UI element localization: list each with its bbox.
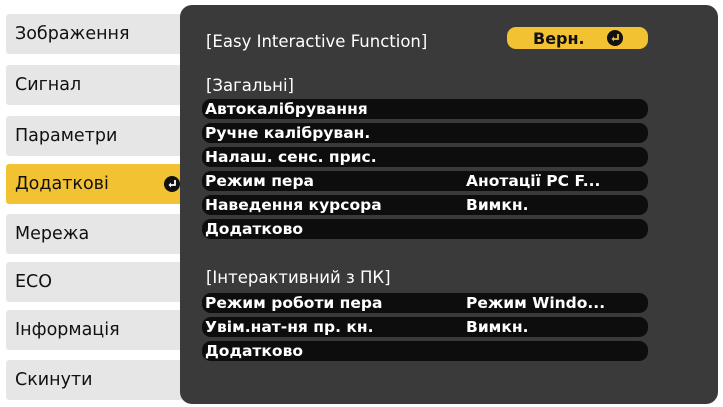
row-label: Додатково	[205, 220, 304, 238]
row-label: Режим роботи пера	[205, 294, 383, 312]
settings-panel: [Easy Interactive Function] Верн. [Загал…	[180, 5, 718, 404]
row-value: Режим Windo...	[466, 294, 606, 312]
panel-header-title: [Easy Interactive Function]	[206, 32, 428, 51]
back-button-label: Верн.	[533, 28, 585, 48]
menu-item-signal[interactable]: Сигнал	[6, 65, 190, 105]
setting-right-click[interactable]: Увім.нат-ня пр. кн. Вимкн.	[202, 317, 648, 337]
setting-auto-calibration[interactable]: Автокалібрування	[202, 99, 648, 119]
row-label: Налаш. сенс. прис.	[205, 148, 377, 166]
menu-item-label: Мережа	[15, 224, 90, 244]
menu-item-extended[interactable]: Додаткові	[6, 164, 190, 204]
menu-item-reset[interactable]: Скинути	[6, 360, 190, 400]
menu-item-label: Сигнал	[15, 75, 82, 95]
setting-pointer-hover[interactable]: Наведення курсора Вимкн.	[202, 195, 648, 215]
row-value: Вимкн.	[466, 318, 529, 336]
row-label: Наведення курсора	[205, 196, 382, 214]
back-button[interactable]: Верн.	[507, 27, 648, 49]
setting-manual-calibration[interactable]: Ручне калібруван.	[202, 123, 648, 143]
menu-item-label: Параметри	[15, 126, 118, 146]
section-title-general: [Загальні]	[206, 76, 294, 95]
menu-item-eco[interactable]: ECO	[6, 262, 190, 302]
menu-item-image[interactable]: Зображення	[6, 14, 190, 54]
row-label: Додатково	[205, 342, 304, 360]
setting-touch-unit-setup[interactable]: Налаш. сенс. прис.	[202, 147, 648, 167]
row-label: Ручне калібруван.	[205, 124, 371, 142]
row-label: Автокалібрування	[205, 100, 368, 118]
enter-icon	[164, 176, 180, 192]
menu-item-label: Зображення	[15, 24, 130, 44]
row-label: Режим пера	[205, 172, 314, 190]
setting-pen-mode[interactable]: Режим пера Анотації PC F...	[202, 171, 648, 191]
section-title-pc-interactive: [Інтерактивний з ПК]	[206, 268, 391, 287]
row-label: Увім.нат-ня пр. кн.	[205, 318, 374, 336]
setting-pen-operation-mode[interactable]: Режим роботи пера Режим Windo...	[202, 293, 648, 313]
menu-item-settings[interactable]: Параметри	[6, 116, 190, 156]
menu-item-label: ECO	[15, 272, 53, 292]
enter-icon	[607, 30, 623, 46]
setting-advanced-pc[interactable]: Додатково	[202, 341, 648, 361]
setting-advanced-general[interactable]: Додатково	[202, 219, 648, 239]
row-value: Анотації PC F...	[466, 172, 601, 190]
menu-item-label: Додаткові	[15, 174, 109, 194]
menu-item-network[interactable]: Мережа	[6, 214, 190, 254]
menu-item-label: Інформація	[15, 320, 120, 340]
menu-item-label: Скинути	[15, 370, 93, 390]
row-value: Вимкн.	[466, 196, 529, 214]
menu-item-info[interactable]: Інформація	[6, 310, 190, 350]
